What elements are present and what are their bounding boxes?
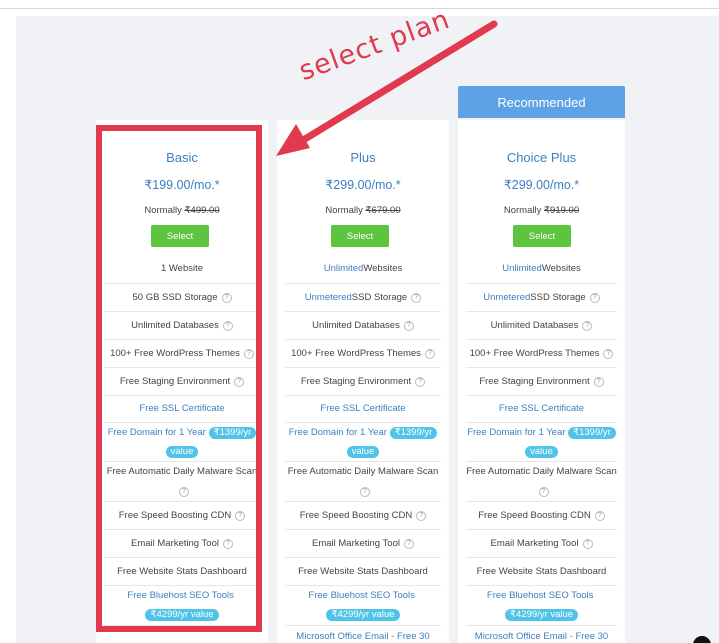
arrow-icon [276, 20, 498, 156]
